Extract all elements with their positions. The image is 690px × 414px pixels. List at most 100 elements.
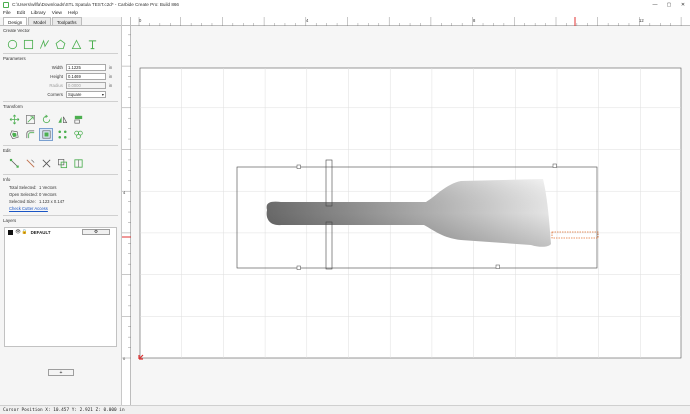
maximize-button[interactable]: ▢ [662, 0, 676, 9]
section-parameters: Parameters [3, 56, 26, 61]
tab-model[interactable]: Model [28, 17, 51, 25]
canvas-drawing [138, 67, 682, 360]
menu-view[interactable]: View [52, 11, 62, 16]
ruler-corner [122, 17, 131, 26]
handle-bottom-left[interactable] [296, 265, 301, 270]
radius-label: Radius [49, 83, 63, 88]
corners-select[interactable]: Square ▾ [66, 91, 106, 98]
open-selected-label: Open Selected: [9, 192, 38, 197]
add-layer-button[interactable]: + [48, 369, 74, 376]
tab-design[interactable]: Design [3, 17, 28, 25]
edit-tools [0, 155, 121, 172]
cursor-position: Cursor Position X: 10.457 Y: 2.921 Z: 0.… [3, 407, 125, 413]
rotate-icon[interactable] [39, 113, 53, 126]
ruler-top-label-12: 12 [639, 18, 644, 23]
param-height-row: Height 0.1469 in [0, 72, 121, 81]
group-icon[interactable] [71, 128, 85, 141]
total-selected-value: 1 Vectors [39, 185, 57, 190]
star-icon[interactable] [70, 38, 82, 50]
layer-row[interactable]: 👁 🔒 DEFAULT ⚙ [5, 228, 116, 236]
info-total-selected: Total Selected: 1 Vectors [0, 184, 121, 191]
ruler-top-label-4: 4 [306, 18, 309, 23]
width-unit: in [109, 65, 113, 70]
tab-toolpaths[interactable]: Toolpaths [51, 17, 82, 25]
join-icon[interactable] [71, 157, 85, 170]
menu-bar: File Edit Library View Help [0, 9, 690, 17]
mirror-icon[interactable] [55, 113, 69, 126]
panel-tabs: Design Model Toolpaths [0, 17, 121, 26]
info-selected-size: Selected Size: 1.123 x 0.147 [0, 198, 121, 205]
total-selected-label: Total Selected: [9, 185, 37, 190]
height-unit: in [109, 74, 113, 79]
rectangle-icon[interactable] [22, 38, 34, 50]
menu-help[interactable]: Help [68, 11, 78, 16]
fillet-icon[interactable] [23, 128, 37, 141]
menu-edit[interactable]: Edit [17, 11, 25, 16]
selected-size-value: 1.123 x 0.147 [39, 199, 65, 204]
select-all-icon[interactable] [39, 128, 53, 141]
trim-icon[interactable] [23, 157, 37, 170]
handle-top-left[interactable] [296, 164, 301, 169]
check-cutter-access-link[interactable]: Check Cutter Access [0, 205, 121, 212]
cut-icon[interactable] [39, 157, 53, 170]
layer-name: DEFAULT [30, 229, 51, 235]
offset-icon[interactable] [7, 128, 21, 141]
window-title: C:\Users\wllfa\Downloads\STL Spatula TES… [12, 2, 179, 7]
info-open-selected: Open Selected: 0 Vectors [0, 191, 121, 198]
minimize-button[interactable]: — [648, 0, 662, 9]
height-input[interactable]: 0.1469 [66, 73, 106, 80]
ruler-left-label-4: 4 [123, 190, 126, 195]
corners-value: Square [68, 92, 82, 97]
create-vector-tools [0, 35, 121, 53]
layer-settings-button[interactable]: ⚙ [82, 229, 110, 235]
open-selected-value: 0 Vectors [39, 192, 57, 197]
design-canvas[interactable] [131, 26, 690, 405]
left-panel: Design Model Toolpaths Create Vector Par… [0, 17, 122, 405]
lock-icon[interactable]: 🔒 [22, 229, 28, 235]
section-edit: Edit [3, 148, 11, 153]
param-width-row: Width 1.1225 in [0, 63, 121, 72]
handle-top-right[interactable] [552, 163, 557, 168]
width-label: Width [51, 65, 63, 70]
boolean-icon[interactable] [55, 157, 69, 170]
section-create-vector: Create Vector [3, 28, 30, 33]
circle-icon[interactable] [6, 38, 18, 50]
selected-size-label: Selected Size: [9, 199, 36, 204]
transform-tools [0, 111, 121, 143]
gear-icon: ⚙ [94, 229, 98, 234]
align-icon[interactable] [71, 113, 85, 126]
param-radius-row: Radius 0.0000 in [0, 81, 121, 90]
ruler-top-label-8: 8 [473, 18, 476, 23]
title-bar: C:\Users\wllfa\Downloads\STL Spatula TES… [0, 0, 690, 9]
text-icon[interactable] [86, 38, 98, 50]
menu-file[interactable]: File [3, 11, 11, 16]
section-layers: Layers [3, 218, 17, 223]
scale-icon[interactable] [23, 113, 37, 126]
array-icon[interactable] [55, 128, 69, 141]
ruler-top[interactable]: 0 4 8 12 [131, 17, 690, 26]
chevron-down-icon: ▾ [101, 92, 104, 97]
menu-library[interactable]: Library [31, 11, 46, 16]
layer-color-swatch[interactable] [8, 229, 13, 235]
radius-input[interactable]: 0.0000 [66, 82, 106, 89]
polygon-icon[interactable] [54, 38, 66, 50]
height-label: Height [50, 74, 63, 79]
node-edit-icon[interactable] [7, 157, 21, 170]
layers-list: 👁 🔒 DEFAULT ⚙ [4, 227, 117, 347]
ruler-left-ticks: 4 0 [122, 34, 131, 361]
ruler-left[interactable]: 4 0 [122, 26, 131, 405]
status-bar: Cursor Position X: 10.457 Y: 2.921 Z: 0.… [0, 405, 690, 414]
width-input[interactable]: 1.1225 [66, 64, 106, 71]
polyline-icon[interactable] [38, 38, 50, 50]
ruler-top-ticks: 0 4 8 12 [138, 17, 682, 26]
app-icon [3, 1, 9, 8]
param-corners-row: Corners Square ▾ [0, 90, 121, 99]
ruler-top-label-0: 0 [139, 18, 142, 23]
eye-icon[interactable]: 👁 [15, 229, 21, 235]
move-icon[interactable] [7, 113, 21, 126]
section-info: Info [3, 177, 11, 182]
handle-bottom-right[interactable] [495, 264, 500, 269]
radius-unit: in [109, 83, 113, 88]
corners-label: Corners [47, 92, 63, 97]
close-button[interactable]: ✕ [676, 0, 690, 9]
